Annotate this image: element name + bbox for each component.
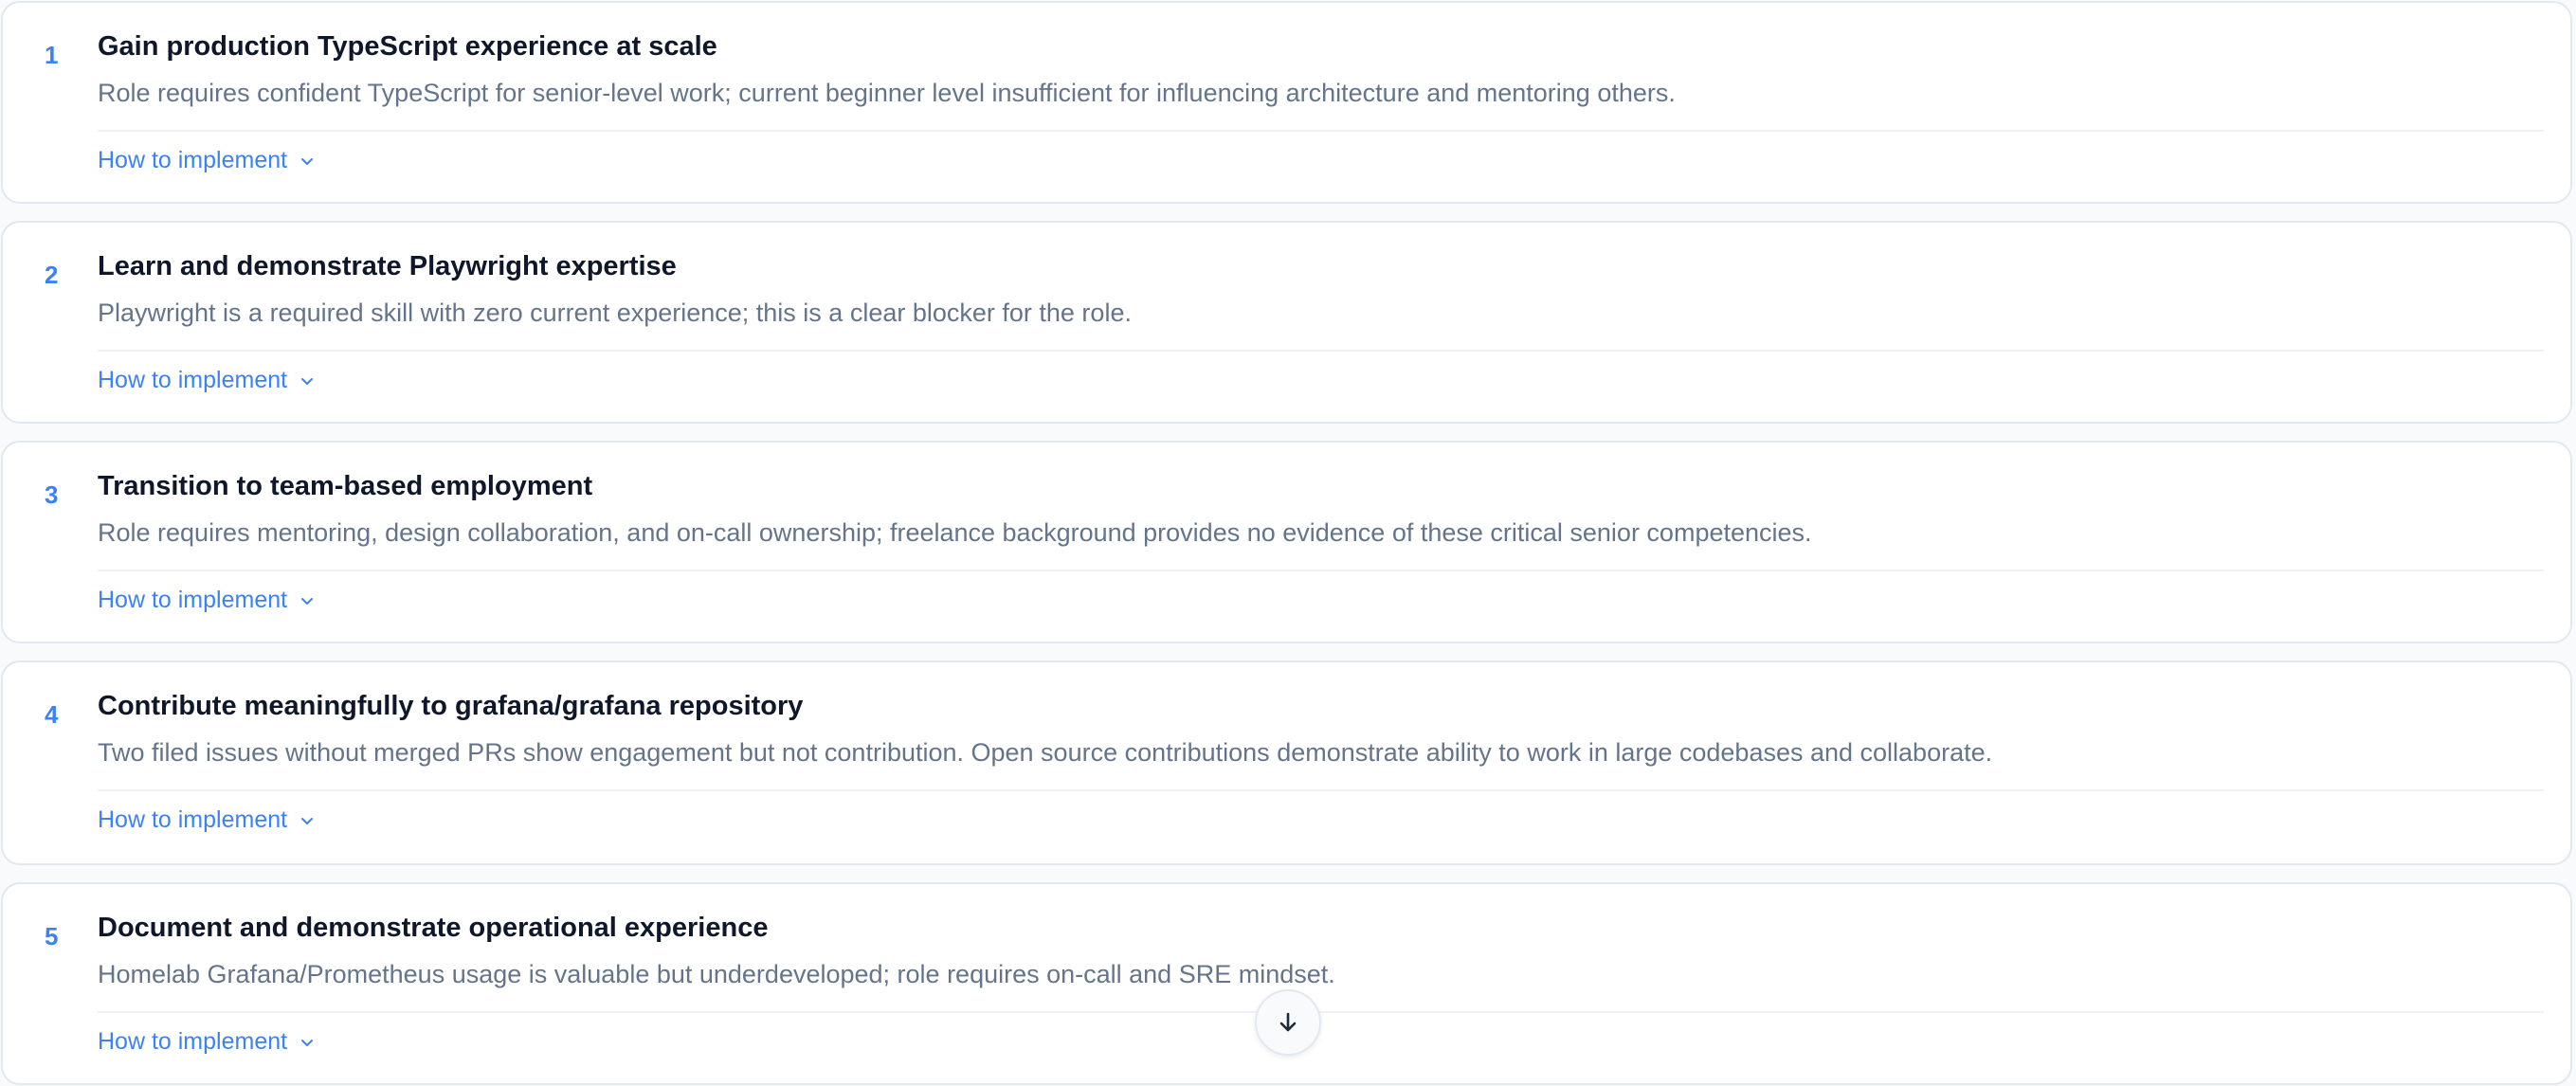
recommendation-title: Contribute meaningfully to grafana/grafa… xyxy=(98,691,804,721)
how-to-implement-toggle[interactable]: How to implement xyxy=(98,587,316,614)
card-divider xyxy=(98,350,2544,352)
scroll-down-button[interactable] xyxy=(1255,989,1321,1056)
arrow-down-icon xyxy=(1275,1009,1301,1036)
recommendation-description: Playwright is a required skill with zero… xyxy=(98,299,1132,327)
recommendation-description: Role requires mentoring, design collabor… xyxy=(98,518,1812,547)
recommendation-title: Learn and demonstrate Playwright experti… xyxy=(98,251,677,281)
card-divider xyxy=(98,130,2544,132)
how-to-implement-toggle[interactable]: How to implement xyxy=(98,367,316,394)
recommendations-list: 1 Gain production TypeScript experience … xyxy=(0,0,2576,1086)
how-to-implement-label: How to implement xyxy=(98,1028,288,1055)
chevron-down-icon xyxy=(299,812,316,829)
recommendation-card: 2 Learn and demonstrate Playwright exper… xyxy=(1,221,2572,424)
recommendation-number: 3 xyxy=(45,480,59,509)
how-to-implement-label: How to implement xyxy=(98,147,288,173)
recommendation-number: 1 xyxy=(45,41,59,69)
card-divider xyxy=(98,570,2544,571)
recommendation-number: 5 xyxy=(45,922,59,950)
how-to-implement-toggle[interactable]: How to implement xyxy=(98,1028,316,1056)
recommendation-title: Transition to team-based employment xyxy=(98,471,593,501)
recommendation-card: 1 Gain production TypeScript experience … xyxy=(1,1,2572,204)
how-to-implement-toggle[interactable]: How to implement xyxy=(98,147,316,174)
how-to-implement-label: How to implement xyxy=(98,806,288,833)
recommendation-title: Document and demonstrate operational exp… xyxy=(98,913,769,943)
card-divider xyxy=(98,1011,2544,1013)
recommendation-number: 4 xyxy=(45,700,59,729)
how-to-implement-label: How to implement xyxy=(98,587,288,613)
how-to-implement-label: How to implement xyxy=(98,367,288,393)
chevron-down-icon xyxy=(299,372,316,389)
recommendation-number: 2 xyxy=(45,261,59,289)
recommendation-description: Two filed issues without merged PRs show… xyxy=(98,738,1993,767)
card-divider xyxy=(98,789,2544,791)
recommendation-title: Gain production TypeScript experience at… xyxy=(98,31,717,62)
chevron-down-icon xyxy=(299,153,316,170)
how-to-implement-toggle[interactable]: How to implement xyxy=(98,806,316,834)
chevron-down-icon xyxy=(299,592,316,609)
recommendation-description: Homelab Grafana/Prometheus usage is valu… xyxy=(98,960,1335,988)
recommendation-card: 4 Contribute meaningfully to grafana/gra… xyxy=(1,661,2572,865)
recommendation-card: 3 Transition to team-based employment Ro… xyxy=(1,441,2572,643)
recommendation-description: Role requires confident TypeScript for s… xyxy=(98,79,1676,107)
chevron-down-icon xyxy=(299,1034,316,1051)
